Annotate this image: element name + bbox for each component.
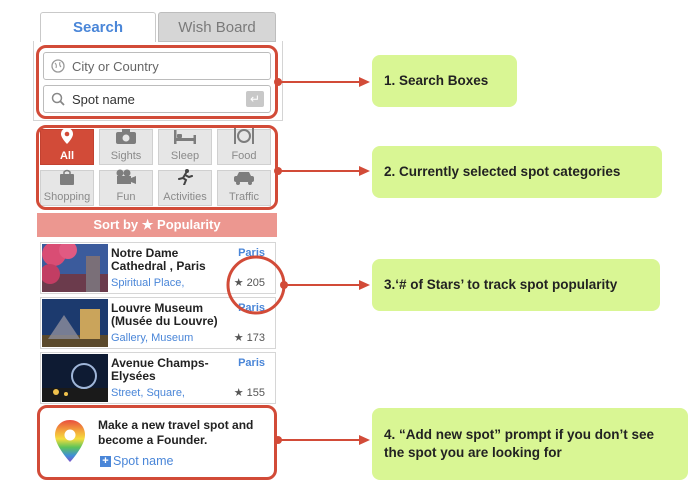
callout-search-boxes: 1. Search Boxes	[372, 55, 517, 107]
callout-stars: 3.‘# of Stars’ to track spot popularity	[372, 259, 660, 311]
callout-text: 3.‘# of Stars’ to track spot popularity	[384, 277, 618, 292]
highlight-add-spot	[37, 405, 277, 480]
callout-text: 4. “Add new spot” prompt if you don’t se…	[384, 427, 655, 460]
callout-text: 2. Currently selected spot categories	[384, 164, 621, 179]
callout-categories: 2. Currently selected spot categories	[372, 146, 662, 198]
callout-add-spot: 4. “Add new spot” prompt if you don’t se…	[372, 408, 688, 480]
callout-text: 1. Search Boxes	[384, 73, 489, 88]
